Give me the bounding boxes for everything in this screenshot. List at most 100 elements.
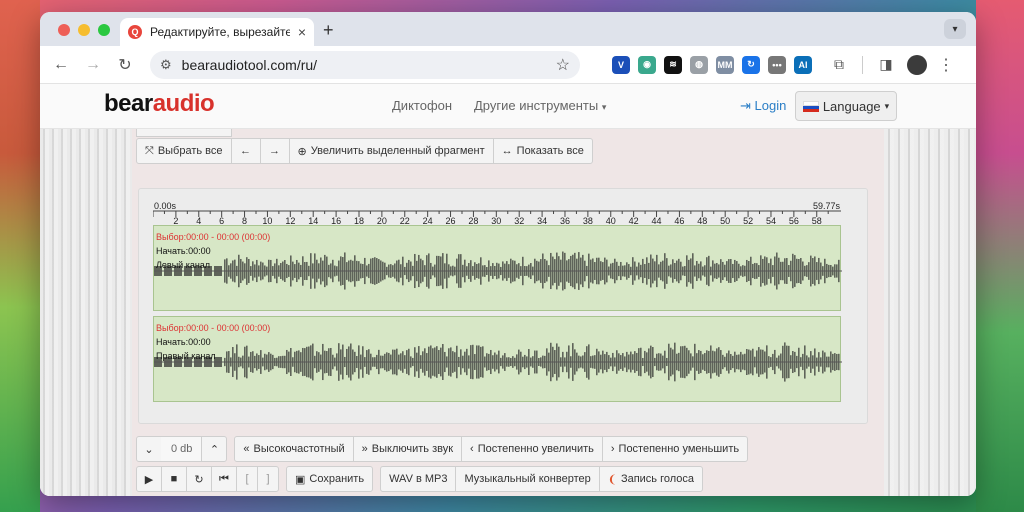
globe-green-icon[interactable]: ◉	[638, 55, 656, 74]
ruler-tick-label: 40	[606, 216, 616, 225]
ruler-tick-label: 12	[285, 216, 295, 225]
selection-info: Выбор:00:00 - 00:00 (00:00)	[156, 232, 271, 242]
stop-icon: ■	[170, 473, 178, 485]
caret-down-icon: ▾	[884, 100, 890, 111]
mute-button[interactable]: » Выключить звук	[352, 436, 463, 462]
music-converter-button[interactable]: Музыкальный конвертер	[455, 466, 600, 492]
window-controls	[58, 24, 110, 36]
volume-down-button[interactable]: ⌄	[136, 436, 162, 462]
start-info: Начать:00:00	[156, 246, 211, 256]
caret-down-icon: ▾	[601, 102, 607, 112]
web-page: bearaudio Диктофон Другие инструменты ▾ …	[40, 84, 976, 496]
play-button[interactable]: ▶	[136, 466, 162, 492]
start-info: Начать:00:00	[156, 337, 211, 347]
ext-mm-icon[interactable]: MM	[716, 55, 734, 74]
ruler-tick-label: 46	[674, 216, 684, 225]
bearaudio-logo[interactable]: bearaudio	[104, 90, 215, 118]
tab-search-chevron-icon[interactable]: ▾	[944, 19, 966, 39]
chevron-down-icon: ⌄	[144, 443, 154, 456]
back-arrow-icon[interactable]: ←	[48, 52, 74, 78]
show-all-label: Показать все	[516, 145, 584, 157]
show-all-button[interactable]: ↔ Показать все	[492, 138, 593, 164]
time-ruler-svg: 0.00s 59.77s2 4 6 8 10 12 14 16 18 20 22 24 26 28 30 32 3…	[152, 201, 841, 226]
notion-like-icon[interactable]: ≋	[664, 55, 682, 74]
ruler-tick-label: 52	[743, 216, 753, 225]
forward-arrow-icon[interactable]: →	[80, 52, 106, 78]
dots-ext-icon[interactable]: •••	[768, 55, 786, 74]
site-favicon-icon: Q	[128, 25, 142, 39]
ruler-tick-label: 48	[697, 216, 707, 225]
extensions-puzzle-icon[interactable]: ⧉	[826, 52, 852, 78]
vivaldi-icon[interactable]: V	[612, 55, 630, 74]
ruler-tick-label: 18	[354, 216, 364, 225]
fade-out-button[interactable]: › Постепенно уменьшить	[601, 436, 749, 462]
tab-title: Редактируйте, вырезайте, о	[150, 25, 290, 39]
stop-button[interactable]: ■	[161, 466, 187, 492]
login-label: Login	[754, 98, 787, 113]
minimize-window-button[interactable]	[78, 24, 90, 36]
zoom-selection-button[interactable]: ⊕ Увеличить выделенный фрагмент	[288, 138, 494, 164]
toolbar-divider	[862, 55, 863, 74]
browser-toolbar: ← → ↻ ⚙ bearaudiotool.com/ru/ ☆ V ◉ ≋ ◍ MM ↻ •…	[40, 46, 976, 84]
select-all-button[interactable]: ⤧ Выбрать все	[136, 138, 232, 164]
browser-tab-active[interactable]: Q Редактируйте, вырезайте, о ×	[120, 18, 314, 46]
language-dropdown[interactable]: Language ▾	[795, 91, 897, 121]
background-texture-left	[40, 129, 132, 496]
bookmark-star-icon[interactable]: ☆	[556, 55, 570, 75]
chevron-up-icon: ⌃	[209, 443, 220, 456]
globe-icon[interactable]: ◍	[690, 55, 708, 74]
login-link[interactable]: ⇥ Login	[740, 98, 786, 114]
background-texture-right	[884, 129, 976, 496]
profile-avatar[interactable]	[907, 54, 927, 75]
new-tab-button[interactable]: +	[323, 20, 334, 41]
mark-start-button[interactable]: [	[236, 466, 258, 492]
chevron-right-icon: ›	[610, 443, 615, 455]
nav-dictaphone[interactable]: Диктофон	[392, 98, 452, 113]
voice-record-label: Запись голоса	[620, 473, 695, 485]
prev-button[interactable]: ←	[230, 138, 261, 164]
desktop-wallpaper-left	[0, 0, 40, 512]
side-panel-icon[interactable]: ◨	[873, 52, 899, 78]
high-pass-button[interactable]: «Высокочастотный	[234, 436, 354, 462]
voice-record-button[interactable]: ❨ Запись голоса	[598, 466, 704, 492]
mute-label: Выключить звук	[371, 443, 454, 455]
selection-toolbar: ⤧ Выбрать все ← → ⊕ Увеличить выделенный ф…	[136, 138, 593, 164]
select-all-label: Выбрать все	[157, 145, 223, 157]
ruler-tick-label: 24	[423, 216, 433, 225]
maximize-window-button[interactable]	[98, 24, 110, 36]
ruler-tick-label: 42	[629, 216, 639, 225]
wav-to-mp3-button[interactable]: WAV в MP3	[380, 466, 457, 492]
browser-menu-icon[interactable]: ⋮	[933, 52, 959, 78]
ruler-tick-label: 16	[331, 216, 341, 225]
ai-ext-icon[interactable]: AI	[794, 55, 812, 74]
sign-in-icon: ⇥	[740, 98, 751, 113]
ruler-tick-label: 6	[219, 216, 224, 225]
fade-in-button[interactable]: ‹ Постепенно увеличить	[461, 436, 603, 462]
url-text[interactable]: bearaudiotool.com/ru/	[182, 57, 546, 73]
nav-other-tools[interactable]: Другие инструменты ▾	[474, 98, 606, 113]
site-info-icon[interactable]: ⚙	[160, 57, 172, 73]
ruler-tick-label: 28	[468, 216, 478, 225]
ruler-tick-label: 50	[720, 216, 730, 225]
ruler-tick-label: 4	[196, 216, 201, 225]
address-bar[interactable]: ⚙ bearaudiotool.com/ru/ ☆	[150, 50, 580, 79]
loop-button[interactable]: ↻	[186, 466, 212, 492]
volume-up-button[interactable]: ⌃	[201, 436, 228, 462]
refresh-ext-icon[interactable]: ↻	[742, 55, 760, 74]
browser-window: Q Редактируйте, вырезайте, о × + ▾ ← → ↻…	[40, 12, 976, 496]
save-button[interactable]: ▣ Сохранить	[286, 466, 374, 492]
ruler-tick-label: 54	[766, 216, 776, 225]
voice-record-icon: ❨	[607, 473, 617, 486]
left-channel-track[interactable]: Выбор:00:00 - 00:00 (00:00) Начать:00:00…	[153, 225, 842, 311]
reload-icon[interactable]: ↻	[112, 52, 138, 78]
time-ruler[interactable]: 0.00s 59.77s 2 4 6 8 10 12 14 16 18 20 22 24 26 28 30 32 3…	[152, 201, 841, 226]
rewind-button[interactable]: ⏮	[211, 466, 237, 492]
next-button[interactable]: →	[259, 138, 290, 164]
right-channel-track[interactable]: Выбор:00:00 - 00:00 (00:00) Начать:00:00…	[153, 316, 842, 402]
ruler-tick-label: 58	[812, 216, 822, 225]
ruler-tick-label: 14	[308, 216, 318, 225]
close-window-button[interactable]	[58, 24, 70, 36]
mark-end-button[interactable]: ]	[257, 466, 279, 492]
tab-close-icon[interactable]: ×	[298, 24, 306, 40]
cropped-button-top	[136, 129, 232, 137]
